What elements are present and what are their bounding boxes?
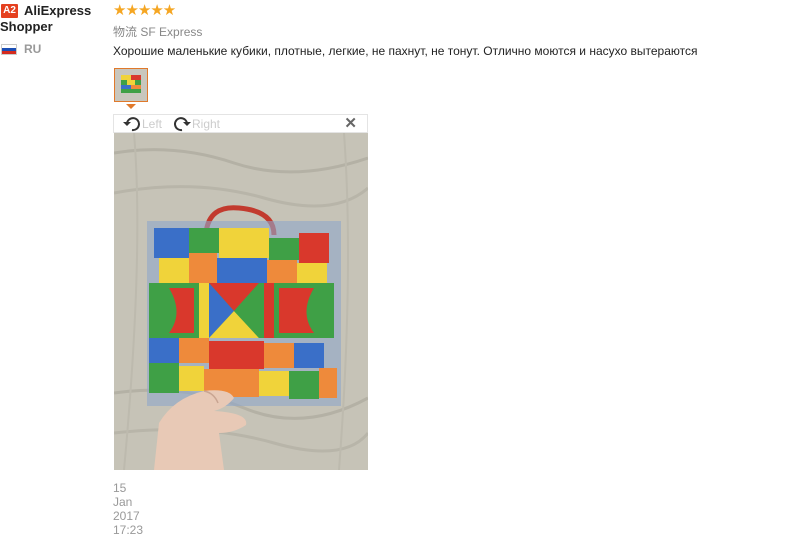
rotate-left-button[interactable]: Left <box>122 115 162 132</box>
rotate-right-label: Right <box>192 116 221 131</box>
rotate-left-label: Left <box>142 116 163 131</box>
logistics-value: SF Express <box>140 25 203 39</box>
logistics-info: 物流 SF Express <box>113 23 202 40</box>
russia-flag-icon <box>1 44 17 55</box>
thumbnail-image <box>115 69 147 101</box>
selected-caret-icon <box>126 104 136 109</box>
star-rating: ★★★★★ <box>113 2 176 20</box>
logistics-label: 物流 <box>113 25 138 39</box>
rotate-left-icon <box>123 116 140 131</box>
close-viewer-button[interactable]: ✕ <box>344 115 357 133</box>
country-code: RU <box>24 42 42 56</box>
reviewer-name: AliExpress Shopper <box>0 3 92 34</box>
review-photo-large <box>114 133 368 470</box>
image-viewer-toolbar: Left Right ✕ <box>113 114 368 133</box>
rotate-right-button[interactable]: Right <box>172 115 220 132</box>
review-photo-thumbnail[interactable] <box>114 68 148 102</box>
rotate-right-icon <box>174 116 191 131</box>
review-text: Хорошие маленькие кубики, плотные, легки… <box>113 44 698 58</box>
blocks-photo-image <box>114 133 368 470</box>
stars-icon: ★★★★★ <box>113 2 176 19</box>
review-date: 15 Jan 2017 17:23 <box>113 481 144 537</box>
